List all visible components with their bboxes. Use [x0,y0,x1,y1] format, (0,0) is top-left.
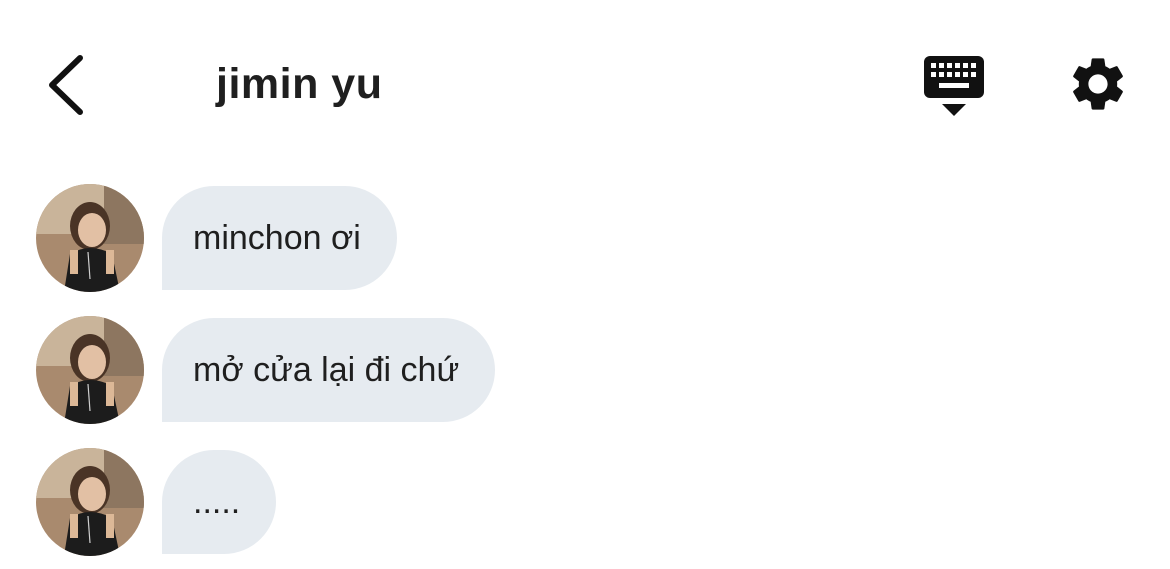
message-bubble: mở cửa lại đi chứ [162,318,496,422]
avatar[interactable] [36,184,144,292]
avatar[interactable] [36,316,144,424]
message-bubble: minchon ơi [162,186,397,290]
message-bubble: ..... [162,450,277,554]
avatar[interactable] [36,448,144,556]
message-list: minchon ơi mở cửa lại đi chứ ..... [0,0,1170,569]
